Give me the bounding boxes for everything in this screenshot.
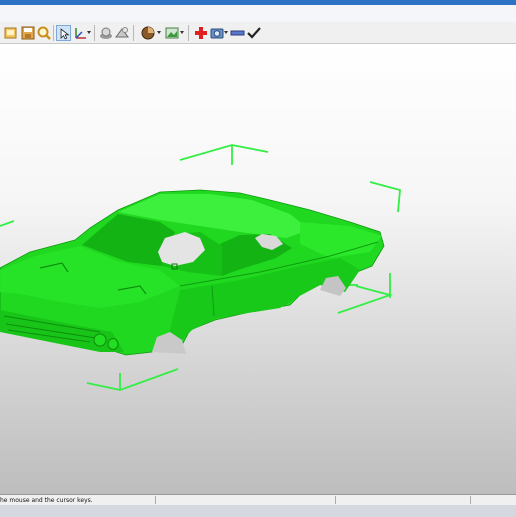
camera-dropdown-arrow[interactable] — [224, 31, 228, 34]
status-pane-divider — [155, 496, 156, 504]
camera-icon[interactable] — [209, 25, 225, 41]
shading-icon[interactable] — [98, 25, 114, 41]
view-icon[interactable] — [164, 25, 180, 41]
toolbar — [0, 22, 516, 44]
window-title-strip — [0, 0, 516, 22]
material-icon[interactable] — [140, 25, 156, 41]
checkmark-icon[interactable] — [246, 25, 262, 41]
select-pointer-button[interactable] — [56, 25, 71, 41]
bbox-marker-right-top — [369, 181, 401, 213]
status-pane-divider — [470, 496, 471, 504]
scene-canvas[interactable] — [0, 44, 516, 494]
toolbar-separator — [53, 25, 54, 41]
car-model[interactable] — [0, 189, 385, 356]
title-bar — [0, 5, 516, 22]
axis-icon[interactable] — [72, 25, 88, 41]
car-headlight-right — [107, 338, 119, 350]
3d-viewport[interactable] — [0, 44, 516, 494]
axis-dropdown-arrow[interactable] — [87, 31, 91, 34]
save-icon[interactable] — [20, 25, 36, 41]
bbox-marker-left — [0, 220, 15, 227]
lighting-icon[interactable] — [114, 25, 130, 41]
minus-icon[interactable] — [230, 25, 246, 41]
taskbar-strip — [0, 505, 516, 517]
view-dropdown-arrow[interactable] — [180, 31, 184, 34]
status-pane-divider — [335, 496, 336, 504]
zoom-icon[interactable] — [36, 25, 52, 41]
material-dropdown-arrow[interactable] — [157, 31, 161, 34]
bbox-marker-top — [179, 144, 269, 161]
status-bar: he mouse and the cursor keys. — [0, 494, 516, 517]
toolbar-separator — [94, 25, 95, 41]
open-icon[interactable] — [3, 25, 19, 41]
car-headlight-left — [93, 333, 107, 347]
status-message: he mouse and the cursor keys. — [0, 497, 93, 504]
select-pointer-icon — [60, 28, 70, 40]
add-icon[interactable] — [193, 25, 209, 41]
toolbar-separator — [188, 25, 189, 41]
bbox-marker-bottom — [86, 368, 179, 391]
toolbar-separator — [133, 25, 134, 41]
